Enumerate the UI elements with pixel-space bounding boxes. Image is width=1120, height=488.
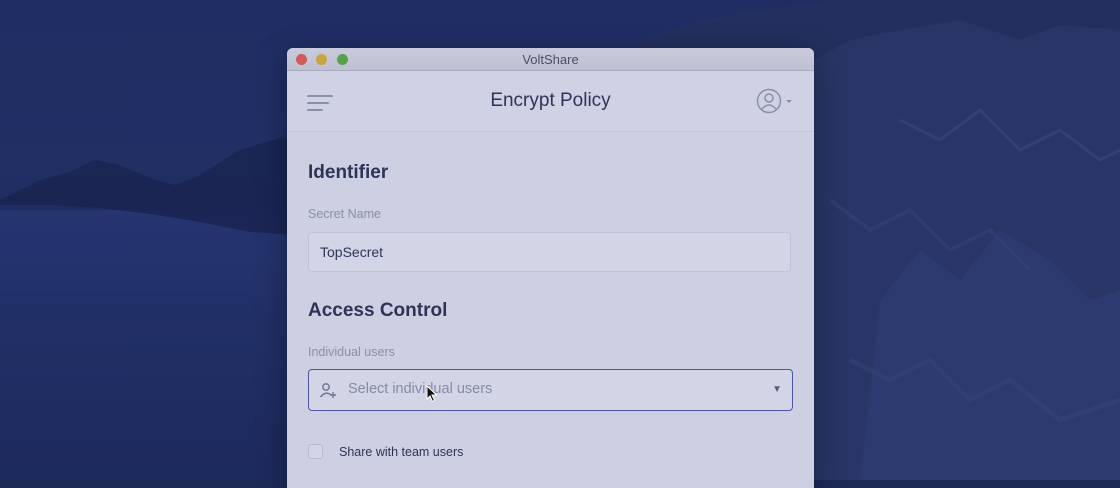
account-menu-button[interactable] bbox=[756, 88, 794, 116]
add-user-icon bbox=[319, 383, 336, 398]
title-bar[interactable]: VoltShare bbox=[287, 48, 814, 71]
identifier-heading: Identifier bbox=[308, 162, 389, 183]
chevron-down-icon: ▼ bbox=[772, 384, 782, 395]
page-title: Encrypt Policy bbox=[490, 90, 611, 111]
user-circle-icon bbox=[756, 88, 792, 114]
individual-users-label: Individual users bbox=[308, 345, 395, 359]
share-team-checkbox[interactable] bbox=[308, 444, 323, 459]
secret-name-label: Secret Name bbox=[308, 207, 381, 221]
mouse-pointer-icon bbox=[426, 385, 438, 403]
voltshare-window: VoltShare Encrypt Policy Identifier Secr… bbox=[287, 48, 814, 488]
access-control-heading: Access Control bbox=[308, 300, 448, 321]
secret-name-input[interactable]: TopSecret bbox=[308, 232, 791, 272]
share-team-label[interactable]: Share with team users bbox=[339, 445, 463, 459]
individual-users-placeholder: Select individual users bbox=[348, 381, 493, 397]
individual-users-select[interactable]: Select individual users ▼ bbox=[308, 369, 793, 411]
app-header: Encrypt Policy bbox=[287, 71, 814, 132]
window-title: VoltShare bbox=[522, 52, 579, 67]
